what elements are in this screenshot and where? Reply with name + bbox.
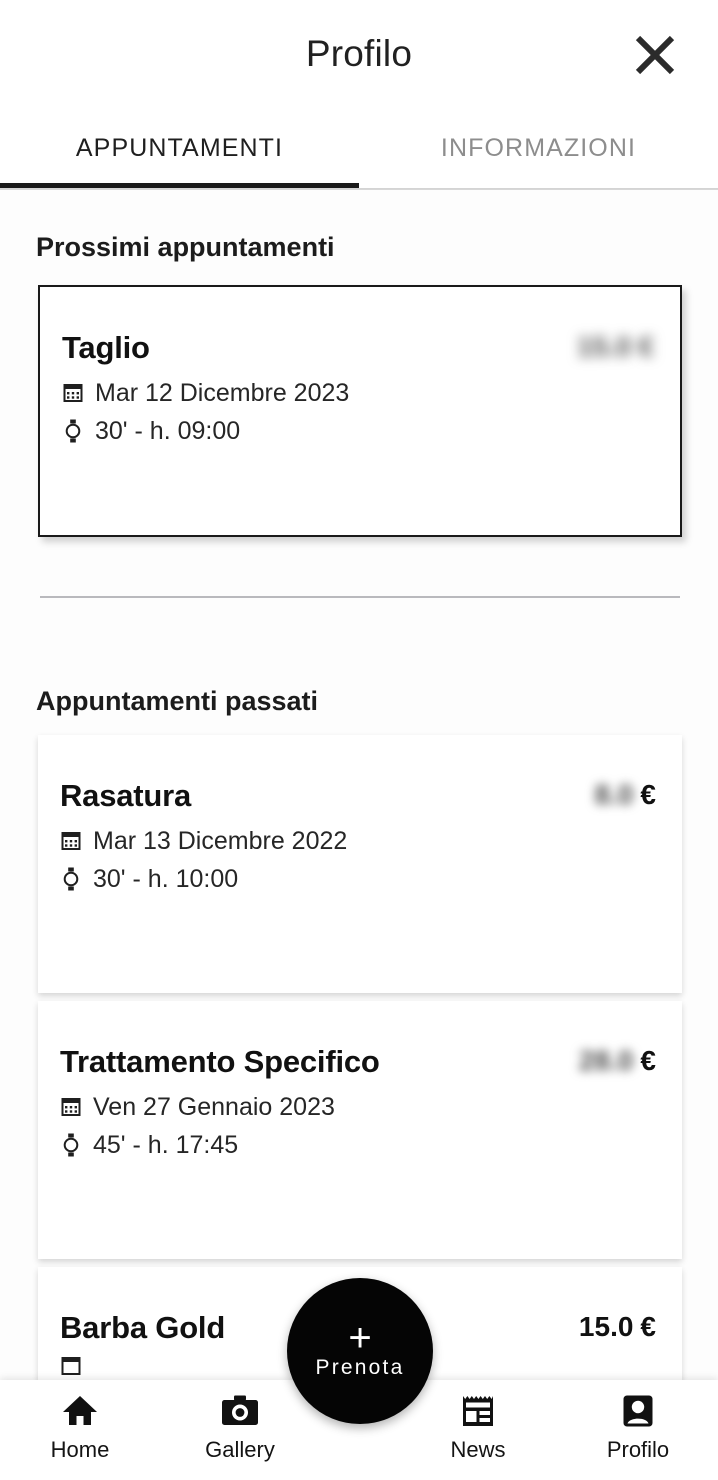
watch-icon: [62, 419, 84, 443]
appointment-price-amount: 15.0: [576, 331, 632, 362]
appointment-price-amount: 15.0: [578, 1311, 634, 1342]
nav-label-profilo: Profilo: [606, 1437, 670, 1462]
close-button[interactable]: [622, 22, 688, 88]
calendar-icon: [60, 1095, 82, 1119]
prenota-label: Prenota: [315, 1356, 405, 1379]
nav-label-home: Home: [50, 1437, 110, 1462]
camera-icon: [221, 1392, 259, 1430]
close-icon: [632, 32, 678, 78]
appointment-price-amount: 8.0: [594, 779, 634, 810]
appointment-date: Ven 27 Gennaio 2023: [93, 1092, 335, 1121]
active-tab-indicator: [0, 183, 359, 188]
plus-icon: +: [348, 1316, 372, 1360]
screen-header: Profilo: [0, 0, 718, 108]
nav-item-profilo[interactable]: Profilo: [558, 1392, 718, 1463]
contact-card-icon: [619, 1392, 657, 1430]
nav-label-gallery: Gallery: [205, 1437, 275, 1462]
appointment-service-name: Rasatura: [60, 778, 192, 813]
appointment-price: 15.0 €: [577, 331, 654, 363]
upcoming-section-title: Prossimi appuntamenti: [36, 232, 335, 262]
appointment-price-currency: €: [640, 1045, 656, 1076]
appointment-price-amount: 28.0: [578, 1045, 634, 1076]
nav-item-news[interactable]: News: [398, 1392, 558, 1463]
prenota-fab-button[interactable]: + Prenota: [287, 1278, 433, 1424]
appointment-time-row: 30' - h. 09:00: [62, 412, 654, 450]
calendar-icon: [60, 829, 82, 853]
tab-informazioni[interactable]: INFORMAZIONI: [359, 108, 718, 188]
calendar-icon: [62, 381, 84, 405]
watch-icon: [60, 1133, 82, 1157]
appointment-service-name: Trattamento Specifico: [60, 1044, 380, 1079]
nav-item-gallery[interactable]: Gallery: [160, 1392, 320, 1463]
appointment-price: 15.0 €: [579, 1311, 656, 1343]
appointments-scroll-area[interactable]: Prossimi appuntamenti Taglio Mar 12 Dice…: [0, 190, 718, 1380]
appointment-time: 45' - h. 17:45: [93, 1130, 239, 1159]
appointment-time-row: 45' - h. 17:45: [60, 1126, 656, 1164]
watch-icon: [60, 867, 82, 891]
appointment-price: 28.0 €: [579, 1045, 656, 1077]
appointment-time-row: 30' - h. 10:00: [60, 860, 656, 898]
appointment-time: 30' - h. 10:00: [93, 864, 239, 893]
appointment-price-currency: €: [640, 779, 656, 810]
newspaper-icon: [459, 1392, 497, 1430]
tab-bar: APPUNTAMENTI INFORMAZIONI: [0, 108, 718, 188]
past-section-title: Appuntamenti passati: [36, 686, 319, 716]
page-title: Profilo: [305, 33, 413, 74]
profile-screen: Profilo APPUNTAMENTI INFORMAZIONI Prossi…: [0, 0, 718, 1480]
calendar-icon: [60, 1354, 82, 1378]
appointment-price: 8.0 €: [594, 779, 656, 811]
tab-appuntamenti-label: APPUNTAMENTI: [75, 133, 284, 162]
appointment-date-row: Ven 27 Gennaio 2023: [60, 1088, 656, 1126]
appointment-price-currency: €: [640, 1311, 656, 1342]
appointment-service-name: Taglio: [62, 330, 150, 365]
nav-item-home[interactable]: Home: [0, 1392, 160, 1463]
past-appointment-card[interactable]: Rasatura Mar 13 Dicembre 2022 30' - h. 1…: [38, 735, 682, 993]
appointment-price-currency: €: [638, 331, 654, 362]
appointment-time: 30' - h. 09:00: [95, 416, 241, 445]
tab-appuntamenti[interactable]: APPUNTAMENTI: [0, 108, 359, 188]
appointment-date: Mar 13 Dicembre 2022: [93, 826, 348, 855]
nav-label-news: News: [450, 1437, 506, 1462]
appointment-date-row: Mar 13 Dicembre 2022: [60, 822, 656, 860]
home-icon: [61, 1392, 99, 1430]
past-appointment-card[interactable]: Trattamento Specifico Ven 27 Gennaio 202…: [38, 1001, 682, 1259]
appointment-date-row: Mar 12 Dicembre 2023: [62, 374, 654, 412]
section-divider: [40, 596, 680, 598]
upcoming-appointment-card[interactable]: Taglio Mar 12 Dicembre 2023 30' - h. 09:…: [38, 285, 682, 537]
tab-informazioni-label: INFORMAZIONI: [440, 133, 637, 162]
appointment-date: Mar 12 Dicembre 2023: [95, 378, 350, 407]
